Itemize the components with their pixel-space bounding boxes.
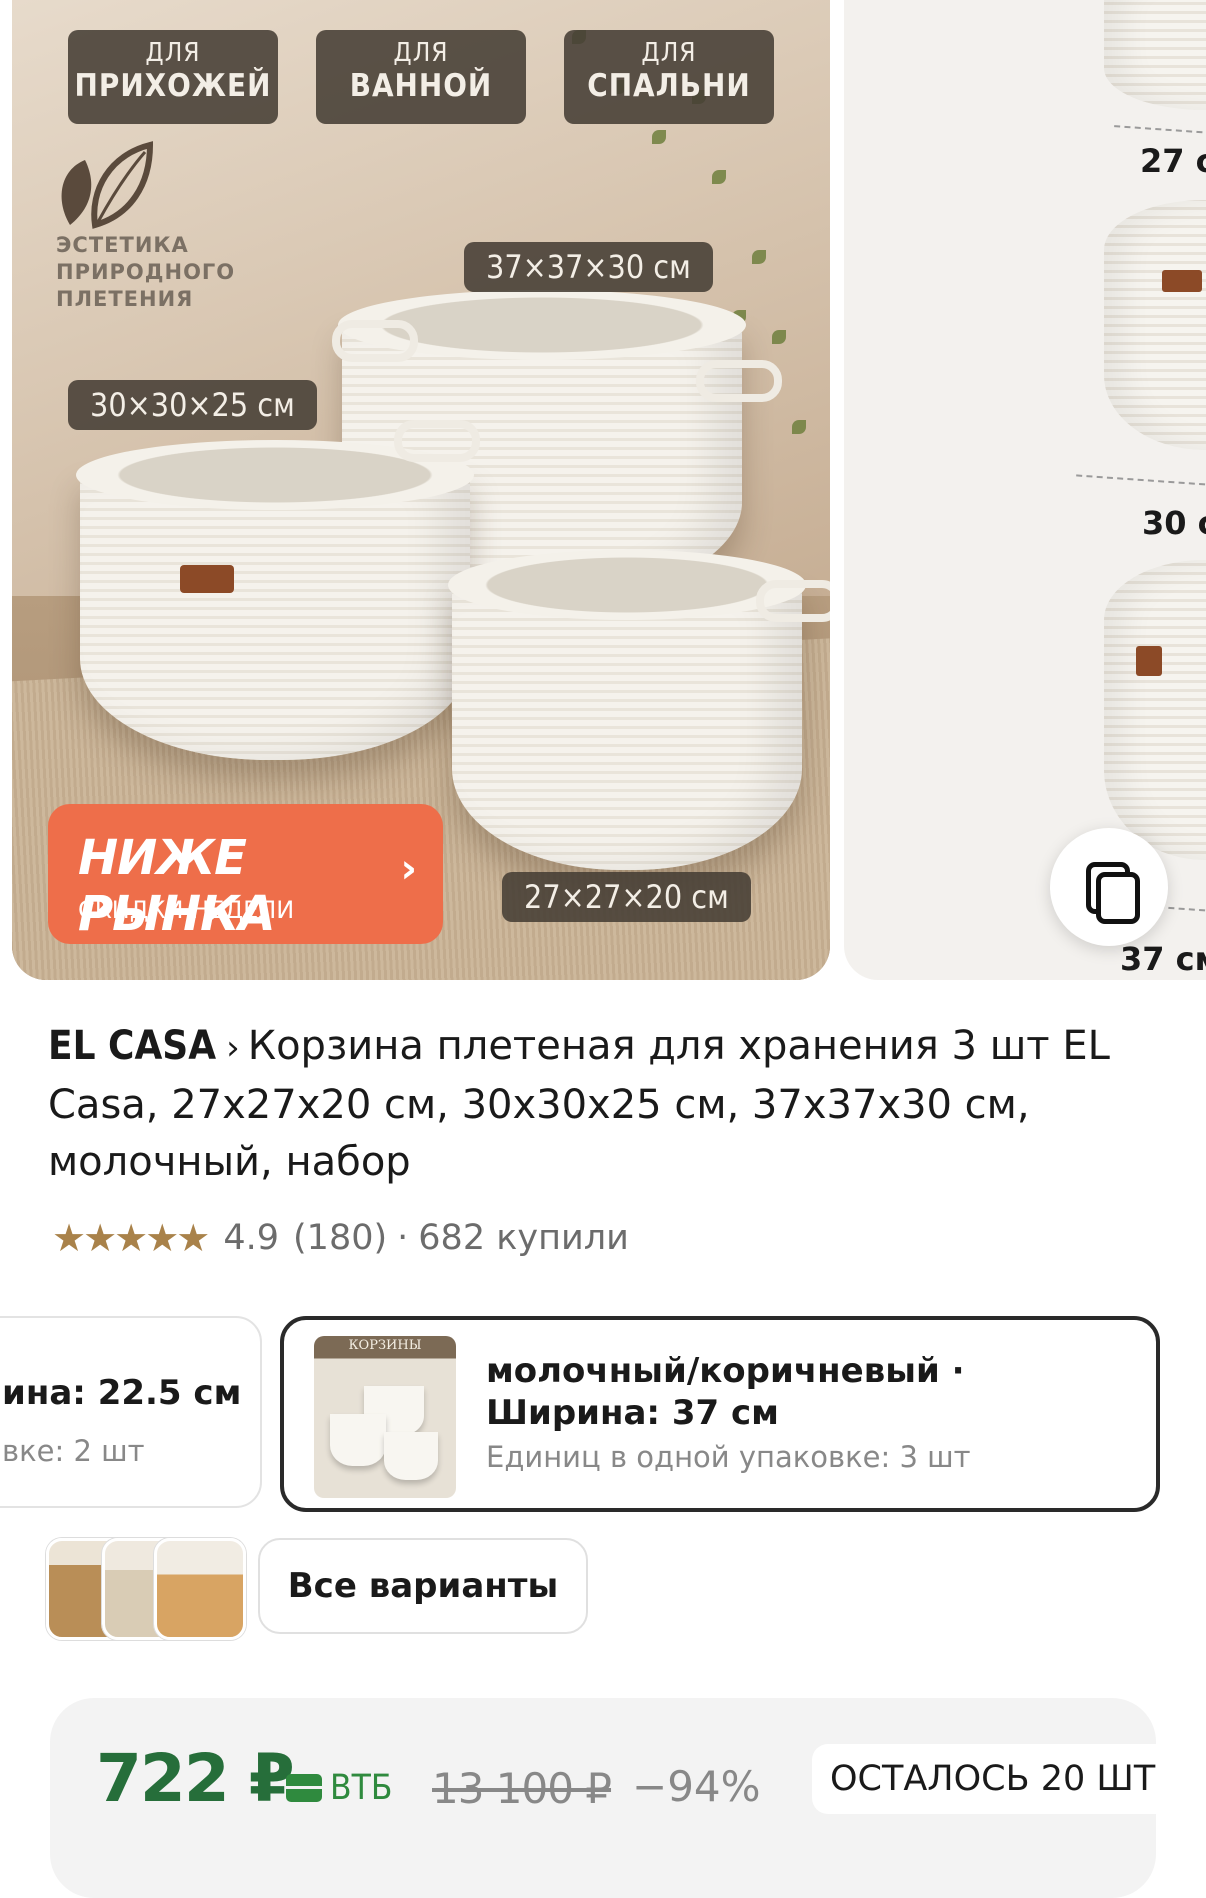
variant-card[interactable]: ина: 22.5 см вке: 2 шт — [0, 1316, 262, 1508]
variant-title: молочный/коричневый · Ширина: 37 см — [486, 1351, 965, 1433]
variant-pack-info: Единиц в одной упаковке: 3 шт — [486, 1440, 971, 1474]
basket-handle — [756, 580, 830, 622]
bank-label: ВТБ — [330, 1768, 393, 1808]
room-tag-label: СПАЛЬНИ — [587, 68, 751, 104]
room-tag-bathroom: ДЛЯ ВАННОЙ — [316, 30, 526, 124]
thumbnail-basket — [384, 1432, 438, 1480]
current-price: 722 ₽ — [96, 1740, 295, 1817]
basket-leather-tag — [1162, 270, 1202, 292]
variant-title: ина: 22.5 см — [2, 1373, 242, 1413]
basket-rim — [448, 550, 806, 620]
brand-link[interactable]: EL CASA — [48, 1023, 216, 1069]
basket-handle — [394, 420, 480, 462]
size-tag-small: 27×27×20 см — [502, 872, 751, 922]
separator: · — [397, 1218, 409, 1258]
dimension-label: 37 см — [1120, 940, 1206, 978]
basket-handle — [332, 320, 418, 362]
thumbnail-caption: КОРЗИНЫ — [348, 1338, 422, 1353]
basket-handle — [696, 360, 782, 402]
size-tag-medium: 30×30×25 см — [68, 380, 317, 430]
rating-row[interactable]: ★★★★★ 4.9 (180) · 682 купили — [52, 1216, 629, 1260]
stock-badge: ОСТАЛОСЬ 20 ШТ — [812, 1744, 1174, 1814]
star-rating-icon: ★★★★★ — [52, 1216, 210, 1260]
basket-small — [448, 550, 830, 870]
purchase-count: 682 купили — [418, 1218, 629, 1258]
leaf-icon — [61, 141, 154, 229]
variant-thumbnail: КОРЗИНЫ — [314, 1336, 456, 1498]
vine-leaf — [752, 250, 766, 264]
discount-percent: −94% — [632, 1762, 761, 1811]
reviews-count[interactable]: (180) — [293, 1218, 387, 1258]
room-tag-hallway: ДЛЯ ПРИХОЖЕЙ — [68, 30, 278, 124]
vine-leaf — [712, 170, 726, 184]
basket-side-top — [1104, 0, 1206, 110]
basket-side-bottom — [1104, 560, 1206, 860]
old-price: 13 100 ₽ — [432, 1764, 612, 1813]
vine-leaf — [792, 420, 806, 434]
room-tag-label: ПРИХОЖЕЙ — [74, 68, 272, 104]
product-title-block: EL CASA › Корзина плетеная для хранения 3 … — [48, 1018, 1168, 1191]
basket-leather-tag — [180, 565, 234, 593]
eco-caption-line: ЭСТЕТИКА — [56, 233, 189, 257]
variant-card-selected[interactable]: КОРЗИНЫ молочный/коричневый · Ширина: 37… — [280, 1316, 1160, 1512]
basket-side-mid — [1104, 200, 1206, 450]
dimension-line — [1114, 125, 1206, 137]
room-tag-prefix: ДЛЯ — [393, 38, 449, 68]
size-tag-large: 37×37×30 см — [464, 242, 713, 292]
basket-leather-tag — [1136, 646, 1162, 676]
variant-mini-thumbnail — [154, 1538, 246, 1640]
promo-badge[interactable]: НИЖЕ РЫНКА СКИДКИ НЕДЕЛИ › — [48, 804, 443, 944]
rating-value: 4.9 — [223, 1218, 280, 1258]
eco-caption: ЭСТЕТИКА ПРИРОДНОГО ПЛЕТЕНИЯ — [56, 232, 235, 313]
secondary-product-photo[interactable]: 27 см 30 см 37 см — [844, 0, 1206, 980]
vine-leaf — [652, 130, 666, 144]
eco-caption-line: ПРИРОДНОГО — [56, 260, 236, 284]
similar-search-button[interactable] — [1050, 828, 1168, 946]
product-gallery[interactable]: ДЛЯ ПРИХОЖЕЙ ДЛЯ ВАННОЙ ДЛЯ СПАЛЬНИ ЭСТЕ… — [0, 0, 1206, 985]
room-tag-bedroom: ДЛЯ СПАЛЬНИ — [564, 30, 774, 124]
thumbnail-basket — [330, 1414, 386, 1466]
room-tag-prefix: ДЛЯ — [145, 38, 201, 68]
promo-subtitle: СКИДКИ НЕДЕЛИ — [78, 896, 295, 924]
eco-caption-line: ПЛЕТЕНИЯ — [56, 287, 194, 311]
dimension-line — [1076, 474, 1206, 488]
dimension-label: 30 см — [1142, 504, 1206, 542]
chevron-right-icon[interactable]: › — [226, 1028, 240, 1068]
variant-pack-info: вке: 2 шт — [2, 1434, 145, 1468]
all-variants-button[interactable]: Все варианты — [258, 1538, 588, 1634]
chevron-right-icon: › — [400, 846, 417, 892]
promo-title: НИЖЕ РЫНКА — [78, 830, 275, 942]
card-icon — [286, 1774, 322, 1802]
room-tag-label: ВАННОЙ — [349, 68, 493, 104]
copy-icon-front — [1096, 872, 1140, 924]
variant-thumbnails-stack[interactable] — [46, 1538, 246, 1640]
vine-leaf — [772, 330, 786, 344]
dimension-label: 27 см — [1140, 142, 1206, 180]
room-tag-prefix: ДЛЯ — [641, 38, 697, 68]
basket-medium — [76, 420, 480, 760]
